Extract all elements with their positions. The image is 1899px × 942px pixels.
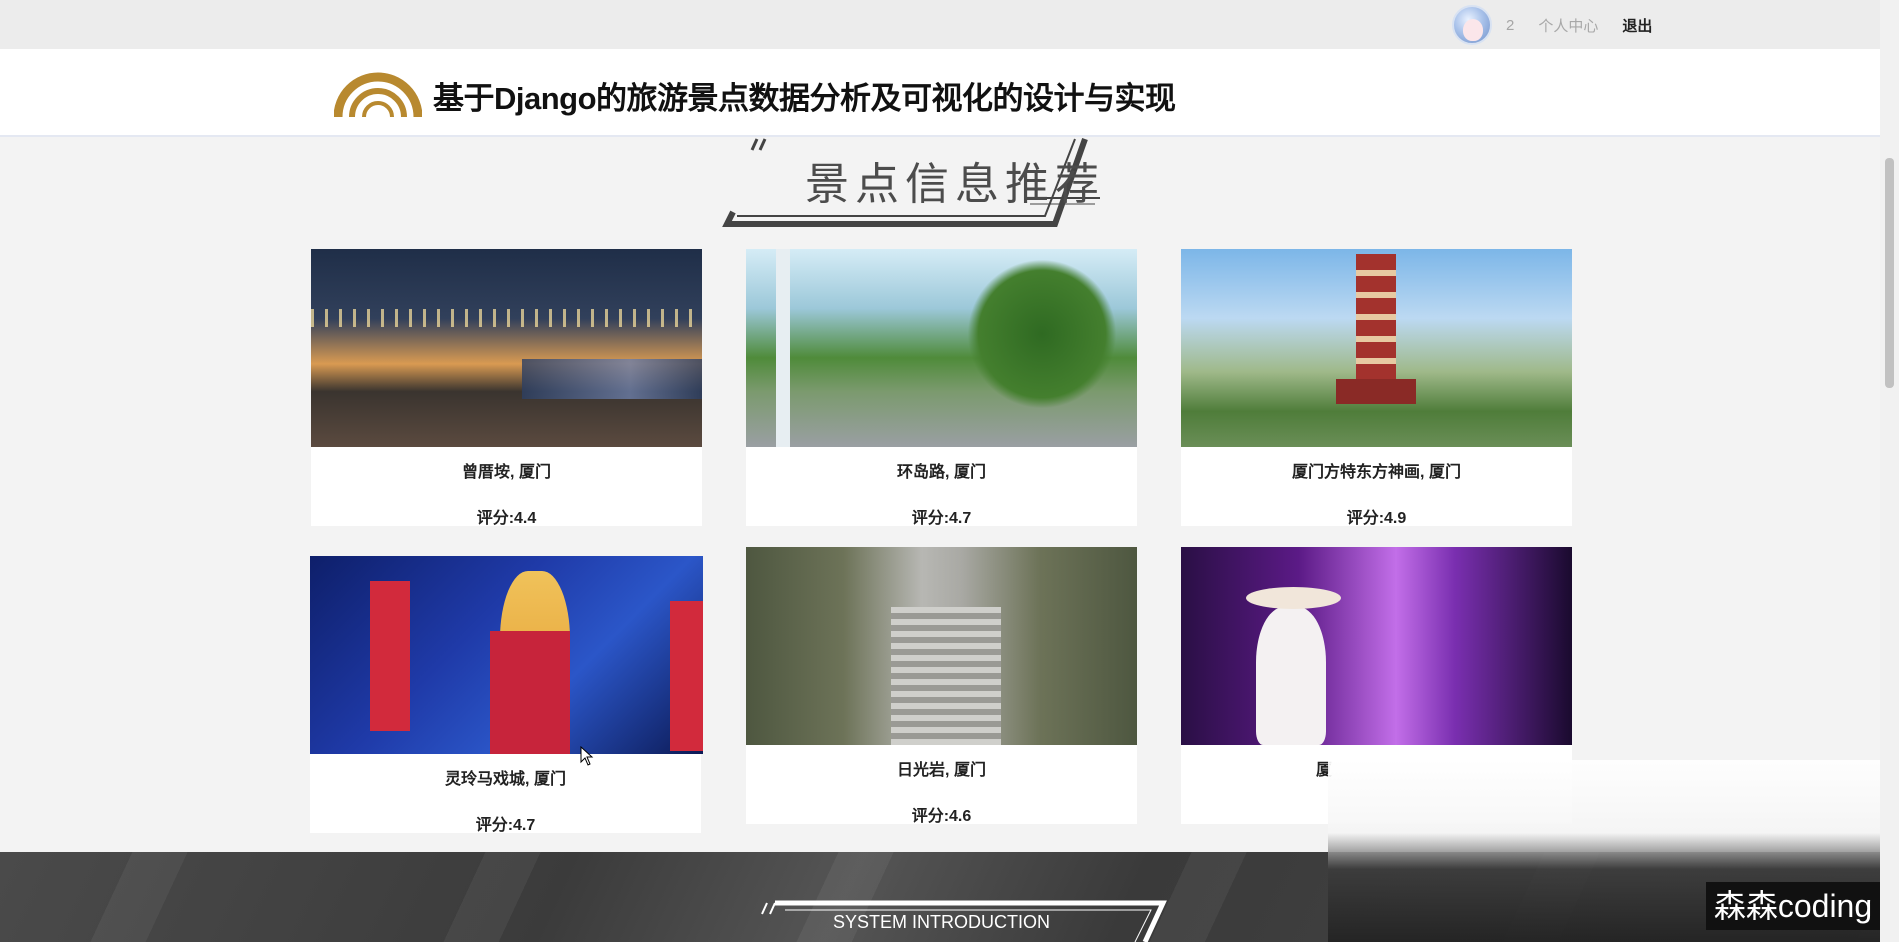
attraction-photo[interactable] [1181,547,1572,745]
watermark-label: 森森coding [1706,882,1880,930]
attraction-card[interactable]: 环岛路, 厦门 评分:4.7 [746,249,1137,527]
footer-heading-text: SYSTEM INTRODUCTION [833,912,1051,932]
section-heading-text: 景点信息推荐 [805,160,1105,209]
attraction-score: 评分:4.9 [1346,510,1407,527]
attraction-score: 评分:4.7 [475,817,536,834]
attraction-score: 评分:4.4 [476,510,537,527]
page-scrollbar[interactable] [1880,0,1899,942]
notification-count[interactable]: 2 [1506,17,1514,34]
attraction-card[interactable]: 日光岩, 厦门 评分:4.6 [746,547,1137,825]
top-user-bar: 2 个人中心 退出 [0,0,1880,49]
attraction-card[interactable]: 厦门方特东方神画, 厦门 评分:4.9 [1181,249,1572,527]
attraction-score: 评分:4.7 [911,510,972,527]
user-avatar-icon[interactable] [1452,5,1492,45]
attraction-photo[interactable] [310,556,703,754]
site-header: 基于Django的旅游景点数据分析及可视化的设计与实现 [0,49,1880,137]
logout-link[interactable]: 退出 [1622,15,1652,36]
footer-heading: SYSTEM INTRODUCTION [755,898,1175,942]
attraction-name[interactable]: 环岛路, 厦门 [746,458,1137,482]
attraction-name[interactable]: 日光岩, 厦门 [746,756,1137,780]
scrollbar-thumb[interactable] [1885,158,1894,388]
attraction-photo[interactable] [746,547,1137,745]
user-center-link[interactable]: 个人中心 [1538,15,1598,36]
section-heading: 景点信息推荐 [715,134,1175,234]
attraction-score: 评分:4.6 [911,808,972,825]
rainbow-arc-logo-icon[interactable] [333,65,423,121]
attraction-card[interactable]: 灵玲马戏城, 厦门 评分:4.7 [310,556,703,834]
site-title[interactable]: 基于Django的旅游景点数据分析及可视化的设计与实现 [433,73,1176,118]
attraction-photo[interactable] [1181,249,1572,447]
attraction-photo[interactable] [311,249,702,447]
attraction-name[interactable]: 厦门方特东方神画, 厦门 [1181,458,1572,482]
mouse-cursor-icon [580,746,594,766]
attraction-card[interactable]: 曾厝垵, 厦门 评分:4.4 [311,249,702,527]
user-area: 2 个人中心 退出 [1452,5,1652,45]
attraction-photo[interactable] [746,249,1137,447]
attraction-name[interactable]: 曾厝垵, 厦门 [311,458,702,482]
attraction-name[interactable]: 灵玲马戏城, 厦门 [310,765,701,789]
